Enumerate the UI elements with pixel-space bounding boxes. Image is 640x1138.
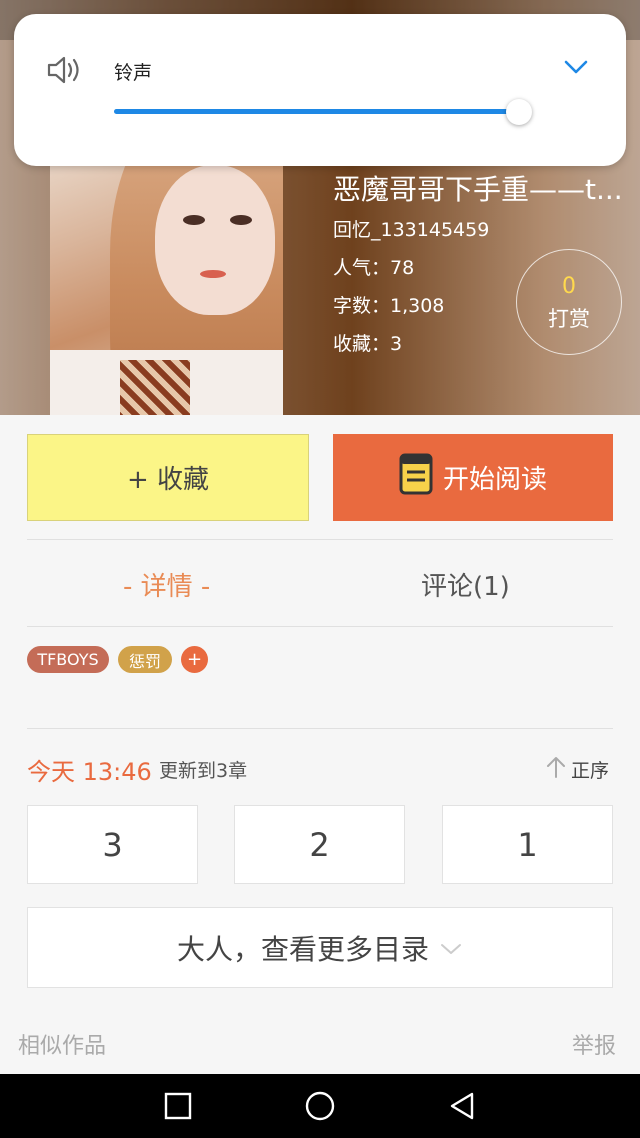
chapter-button[interactable]: 1 <box>442 805 613 884</box>
chapter-button[interactable]: 2 <box>234 805 405 884</box>
book-author[interactable]: 回忆_133145459 <box>333 215 489 242</box>
similar-works-label: 相似作品 <box>18 1034 107 1059</box>
favorite-button[interactable]: + 收藏 <box>27 434 309 521</box>
tab-detail[interactable]: - 详情 - <box>123 566 210 603</box>
volume-slider-fill <box>114 109 520 114</box>
add-tag-button[interactable]: + <box>181 646 208 673</box>
volume-popup: 铃声 <box>14 14 626 166</box>
sort-label: 正序 <box>571 760 610 782</box>
volume-slider-thumb[interactable] <box>506 99 533 125</box>
cover-eye <box>230 215 252 225</box>
start-reading-button[interactable]: 开始阅读 <box>333 434 613 521</box>
update-time: 今天 13:46 <box>27 758 152 786</box>
cover-eye <box>183 215 205 225</box>
volume-slider[interactable] <box>114 99 533 125</box>
home-icon[interactable] <box>303 1091 337 1125</box>
chevron-down-icon <box>439 931 463 964</box>
back-icon[interactable] <box>448 1091 476 1125</box>
report-link[interactable]: 举报 <box>572 1028 616 1060</box>
sort-button[interactable]: 正序 <box>545 755 609 784</box>
book-favorites: 收藏：3 <box>333 333 403 355</box>
recent-apps-icon[interactable] <box>164 1091 192 1125</box>
book-icon <box>399 453 433 502</box>
reward-button[interactable]: 0 打赏 <box>516 249 622 355</box>
update-text: 更新到3章 <box>159 760 248 782</box>
favorite-button-label: + 收藏 <box>126 465 210 495</box>
cover-stripes <box>120 360 190 415</box>
book-word-count: 字数：1,308 <box>333 295 445 317</box>
start-reading-label: 开始阅读 <box>442 465 547 495</box>
divider <box>27 626 613 627</box>
chapter-button[interactable]: 3 <box>27 805 198 884</box>
chevron-down-icon[interactable] <box>563 58 589 80</box>
more-catalog-label: 大人，查看更多目录 <box>176 932 429 966</box>
tag-tfboys[interactable]: TFBOYS <box>27 646 109 673</box>
cover-face <box>155 165 275 315</box>
reward-label: 打赏 <box>548 307 590 331</box>
volume-label: 铃声 <box>114 62 153 84</box>
divider <box>27 539 613 540</box>
tab-comments[interactable]: 评论(1) <box>421 566 510 603</box>
divider <box>27 728 613 729</box>
book-title: 恶魔哥哥下手重——t... <box>333 173 623 206</box>
cover-lips <box>200 270 226 278</box>
navigation-bar <box>0 1074 640 1138</box>
reward-count: 0 <box>562 274 576 299</box>
speaker-icon <box>46 54 84 90</box>
arrow-up-icon <box>545 755 567 784</box>
book-popularity: 人气：78 <box>333 257 415 279</box>
more-catalog-button[interactable]: 大人，查看更多目录 <box>27 907 613 988</box>
tag-punishment[interactable]: 惩罚 <box>118 646 172 673</box>
